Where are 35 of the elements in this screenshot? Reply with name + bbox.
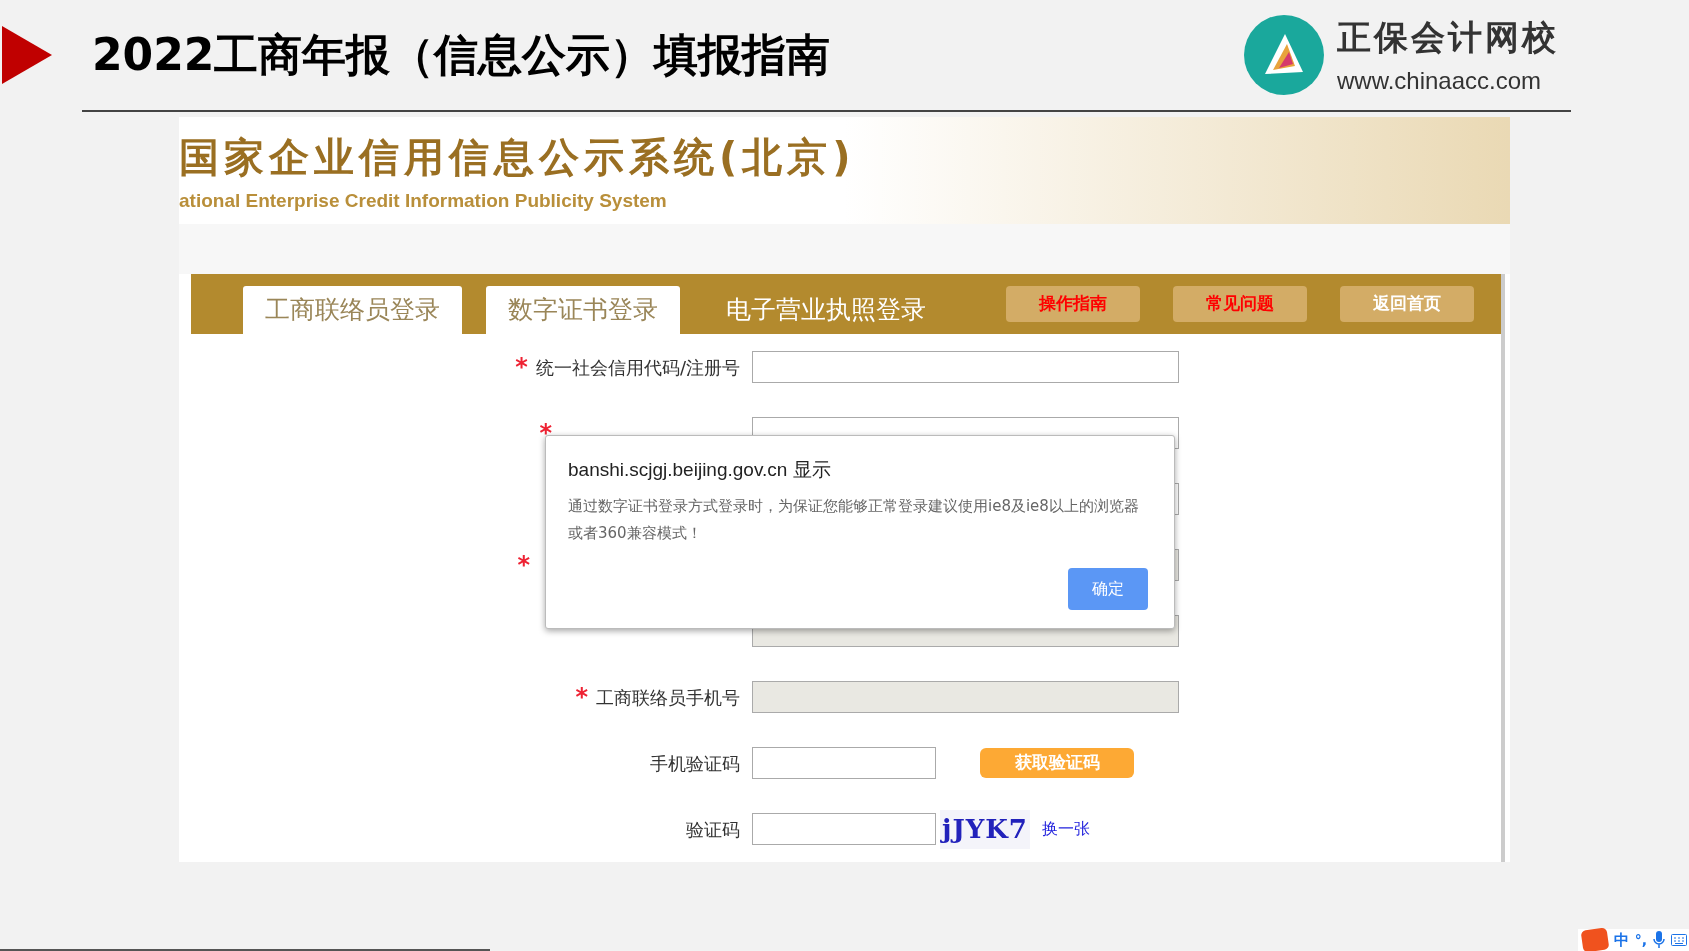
required-mark: *: [517, 553, 530, 577]
dialog-title: banshi.scjgj.beijing.gov.cn 显示: [568, 458, 832, 482]
input-field[interactable]: [752, 351, 1179, 383]
required-mark: *: [575, 685, 588, 709]
field-label: 手机验证码: [650, 751, 740, 776]
nav-button[interactable]: 常见问题: [1173, 286, 1307, 322]
nav-button[interactable]: 返回首页: [1340, 286, 1474, 322]
field-label: 统一社会信用代码/注册号: [535, 355, 740, 380]
ime-logo-icon[interactable]: [1580, 927, 1610, 951]
dialog-message: 通过数字证书登录方式登录时，为保证您能够正常登录建议使用ie8及ie8以上的浏览器或者360兼容模式！: [568, 495, 1140, 544]
confirm-button[interactable]: 确定: [1068, 568, 1148, 610]
field-label: 验证码: [686, 817, 740, 842]
slide-title: 2022工商年报（信息公示）填报指南: [92, 28, 831, 82]
logo-url: www.chinaacc.com: [1337, 65, 1543, 96]
refresh-captcha-link[interactable]: 换一张: [1041, 817, 1090, 841]
ime-mode-indicator[interactable]: 中: [1613, 928, 1629, 951]
field-label: 工商联络员手机号: [596, 685, 740, 710]
play-triangle-icon: [2, 26, 52, 84]
required-mark: *: [515, 355, 528, 379]
get-code-button[interactable]: 获取验证码: [980, 748, 1134, 778]
captcha-image: jJYK7: [940, 809, 1030, 849]
site-title: 国家企业信用信息公示系统(北京): [179, 133, 857, 182]
nav-button[interactable]: 操作指南: [1006, 286, 1140, 322]
login-tab[interactable]: 工商联络员登录: [243, 286, 462, 334]
logo-name: 正保会计网校: [1337, 15, 1559, 59]
logo-icon: [1243, 14, 1325, 96]
keyboard-icon[interactable]: [1671, 933, 1687, 947]
site-subtitle: ational Enterprise Credit Information Publicity System: [179, 189, 668, 213]
ime-punctuation-indicator[interactable]: °,: [1634, 929, 1647, 951]
login-tab[interactable]: 电子营业执照登录: [704, 286, 948, 334]
input-field[interactable]: [752, 747, 936, 779]
required-mark: *: [539, 421, 552, 445]
login-tab[interactable]: 数字证书登录: [486, 286, 680, 334]
input-field[interactable]: [752, 813, 936, 845]
microphone-icon[interactable]: [1653, 931, 1665, 949]
